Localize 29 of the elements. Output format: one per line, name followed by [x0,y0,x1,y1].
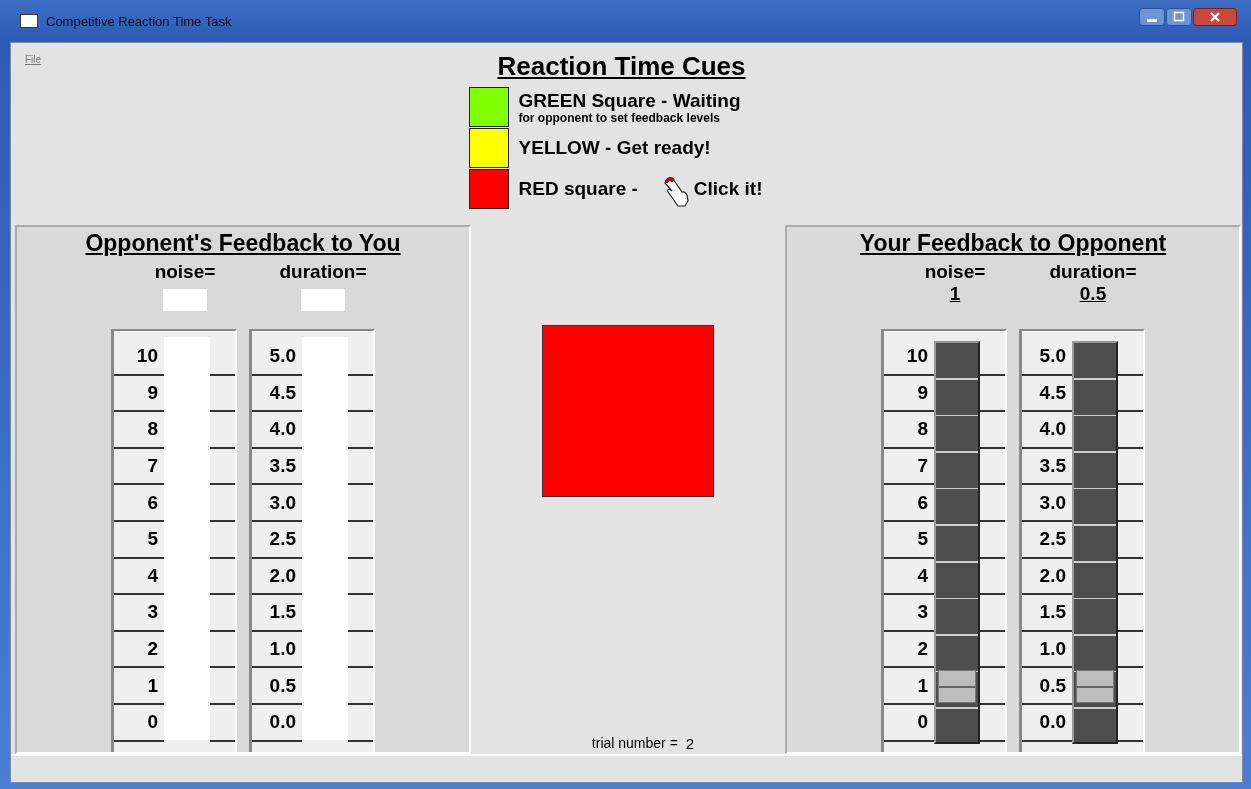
panel-title: Opponent's Feedback to You [85,230,401,257]
panel-title: Your Feedback to Opponent [859,230,1167,257]
trial-number: 2 [685,734,695,752]
cue-action: Click it! [693,177,763,200]
cue-label: RED square - [518,177,638,200]
value-readout [301,289,345,311]
cue-note: for opponent to set feedback levels [518,111,720,124]
scale-label: noise= [154,261,216,283]
menu-item[interactable]: File [25,54,42,65]
cues-heading: Reaction Time Cues [497,51,746,82]
slider-thumb[interactable] [1076,669,1114,703]
close-button[interactable] [1193,8,1237,26]
scale-label: duration= [1049,261,1137,283]
maximize-button[interactable] [1166,8,1192,26]
trial-label: trial number = [591,734,678,752]
window-icon [20,14,38,28]
slider-track[interactable] [1072,341,1118,744]
slider-track[interactable] [934,341,980,744]
cue-label: GREEN Square - Waiting [518,89,741,112]
cue-label: YELLOW - Get ready! [518,136,711,159]
slider-thumb[interactable] [938,669,976,703]
minimize-button[interactable] [1139,8,1165,26]
scale-value: 1 [949,283,961,305]
window-title: Competitive Reaction Time Task [46,13,232,29]
value-readout [163,289,207,311]
stimulus-square[interactable] [542,325,714,497]
scale-label: noise= [924,261,986,283]
scale-value: 0.5 [1079,283,1107,305]
scale-label: duration= [279,261,367,283]
